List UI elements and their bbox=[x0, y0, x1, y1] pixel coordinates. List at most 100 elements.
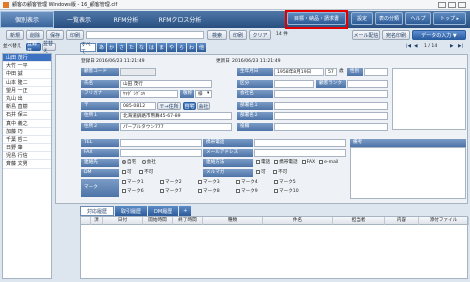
minimize-icon[interactable] bbox=[438, 1, 446, 8]
mark-checkbox[interactable] bbox=[236, 188, 240, 193]
mark-checkbox[interactable] bbox=[274, 179, 278, 184]
dm-yes-checkbox[interactable] bbox=[122, 169, 126, 174]
tab-rfm-cross[interactable]: RFMクロス分析 bbox=[149, 11, 211, 28]
chevron-down-icon[interactable]: ▾ bbox=[207, 90, 209, 98]
address2-field[interactable]: パープルタウン777 bbox=[120, 123, 232, 131]
category-select[interactable] bbox=[274, 80, 314, 88]
name-field[interactable]: 山田 茂行 bbox=[120, 80, 212, 88]
dept2-field[interactable] bbox=[274, 112, 388, 120]
company-field[interactable] bbox=[274, 90, 388, 98]
method-checkbox[interactable] bbox=[301, 159, 306, 164]
kana-filter-4[interactable]: た bbox=[127, 43, 136, 52]
print-record-button[interactable]: 印刷 bbox=[66, 30, 84, 40]
mobile-field[interactable] bbox=[254, 139, 346, 147]
contact-company-radio[interactable] bbox=[141, 159, 146, 164]
close-icon[interactable] bbox=[458, 1, 466, 8]
mailmag-no-checkbox[interactable] bbox=[273, 169, 278, 174]
mark-checkbox[interactable] bbox=[198, 179, 202, 184]
data-input-dropdown[interactable]: データの入力 ▼ bbox=[412, 30, 466, 40]
mark-checkbox[interactable] bbox=[122, 179, 126, 184]
nav-last-icon[interactable]: ▶| bbox=[458, 43, 463, 51]
home-address-button[interactable]: 自宅 bbox=[183, 102, 196, 110]
search-input[interactable] bbox=[86, 31, 204, 39]
maximize-icon[interactable] bbox=[448, 1, 456, 8]
settings-button[interactable]: 設定 bbox=[351, 12, 373, 25]
customer-list-item[interactable]: 石井 保三 bbox=[3, 111, 51, 120]
sex-select[interactable] bbox=[364, 68, 388, 76]
method-checkbox[interactable] bbox=[256, 159, 260, 164]
mark-checkbox[interactable] bbox=[274, 188, 278, 193]
kana-filter-0[interactable]: すべて bbox=[80, 42, 96, 55]
customer-list-item[interactable]: 真中 義之 bbox=[3, 120, 51, 128]
mark-checkbox[interactable] bbox=[160, 179, 164, 184]
note-field[interactable] bbox=[350, 147, 466, 199]
history-col-header[interactable]: 件名 bbox=[263, 217, 333, 225]
company-address-button[interactable]: 会社 bbox=[197, 102, 210, 110]
add-tab-button[interactable]: + bbox=[179, 206, 192, 216]
dm-no-checkbox[interactable] bbox=[139, 169, 144, 174]
mark-checkbox[interactable] bbox=[160, 188, 164, 193]
mark-checkbox[interactable] bbox=[236, 179, 240, 184]
kana-filter-7[interactable]: ま bbox=[157, 43, 166, 52]
kana-filter-8[interactable]: や bbox=[167, 43, 176, 52]
address1-field[interactable]: 北海道釧路市幣舞45-67-89 bbox=[120, 112, 232, 120]
history-col-header[interactable]: 済 bbox=[91, 217, 103, 225]
tab-list[interactable]: 一覧表示 bbox=[55, 11, 103, 28]
new-button[interactable]: 新規 bbox=[6, 30, 24, 40]
photo-area[interactable] bbox=[392, 68, 466, 130]
kana-filter-9[interactable]: ら bbox=[177, 43, 186, 52]
customer-list-item[interactable]: 日野 肇 bbox=[3, 144, 51, 153]
rank-select[interactable] bbox=[347, 80, 388, 88]
method-checkbox[interactable] bbox=[319, 159, 324, 164]
history-col-header[interactable]: 開始時間 bbox=[143, 217, 173, 225]
honorific-select[interactable]: 様 bbox=[195, 90, 212, 98]
print-button[interactable]: 印刷 bbox=[229, 30, 247, 40]
customer-list-item[interactable]: 中田 誠 bbox=[3, 70, 51, 79]
kana-filter-10[interactable]: わ bbox=[187, 43, 196, 52]
help-button[interactable]: ヘルプ bbox=[405, 12, 431, 25]
customer-list-item[interactable]: 大竹 一平 bbox=[3, 62, 51, 71]
sort-button[interactable]: 並替え bbox=[42, 41, 56, 54]
nav-first-icon[interactable]: |◀ bbox=[406, 43, 411, 51]
birth-field[interactable]: 1958年8月19日 bbox=[274, 68, 324, 76]
zip-field[interactable]: 085-0812 bbox=[120, 102, 156, 110]
clear-button[interactable]: クリア bbox=[249, 30, 271, 40]
customer-list-item[interactable]: 斉藤 文男 bbox=[3, 160, 51, 169]
history-col-header[interactable]: 担当者 bbox=[333, 217, 385, 225]
customer-list-item[interactable]: 児島 行信 bbox=[3, 152, 51, 161]
method-checkbox[interactable] bbox=[274, 159, 279, 164]
kana-filter-2[interactable]: か bbox=[107, 43, 116, 52]
table-category-button[interactable]: 表の分類 bbox=[375, 12, 403, 25]
mark-checkbox[interactable] bbox=[198, 188, 202, 193]
sort-by-date-button[interactable]: 登録日 bbox=[26, 41, 41, 54]
tab-rfm[interactable]: RFM分析 bbox=[104, 11, 148, 28]
kana-filter-1[interactable]: あ bbox=[97, 43, 106, 52]
fax-field[interactable] bbox=[120, 149, 202, 157]
customer-list-item[interactable]: 山本 隆二 bbox=[3, 79, 51, 87]
zip-to-address-button[interactable]: 〒→住所 bbox=[157, 102, 181, 110]
customer-list-item[interactable]: 丸山 出 bbox=[3, 95, 51, 104]
kana-filter-5[interactable]: な bbox=[137, 43, 146, 52]
tab-individual[interactable]: 個別表示 bbox=[0, 11, 54, 28]
customer-list-item[interactable]: 望月 一正 bbox=[3, 87, 51, 95]
contact-home-radio[interactable] bbox=[122, 159, 126, 164]
tab-support-history[interactable]: 対応履歴 bbox=[80, 206, 115, 216]
customer-list-item[interactable]: 加藤 巧 bbox=[3, 128, 51, 136]
history-col-header[interactable]: 添付ファイル bbox=[419, 217, 469, 225]
customer-list-item[interactable]: 新島 直樹 bbox=[3, 103, 51, 112]
nav-next-icon[interactable]: ▶ bbox=[450, 43, 454, 51]
tel-field[interactable] bbox=[120, 139, 202, 147]
customer-list-item[interactable]: 山田 茂行 bbox=[3, 54, 51, 63]
kana-filter-6[interactable]: は bbox=[147, 43, 156, 52]
tab-dm-history[interactable]: DM履歴 bbox=[148, 206, 179, 216]
dept1-field[interactable] bbox=[274, 102, 388, 110]
mail-send-button[interactable]: メール配信 bbox=[352, 30, 380, 40]
history-col-header[interactable]: 日付 bbox=[103, 217, 143, 225]
customer-list-item[interactable]: 千葉 哲二 bbox=[3, 136, 51, 145]
furigana-field[interactable]: ﾔﾏﾀﾞ ｼｹﾞﾕｷ bbox=[120, 90, 178, 98]
kana-filter-11[interactable]: 他 bbox=[197, 43, 206, 52]
delete-button[interactable]: 削除 bbox=[26, 30, 44, 40]
top-button[interactable]: トップ ▸ bbox=[433, 12, 466, 25]
history-col-header[interactable]: 終了時間 bbox=[173, 217, 203, 225]
nav-prev-icon[interactable]: ◀ bbox=[414, 43, 418, 51]
